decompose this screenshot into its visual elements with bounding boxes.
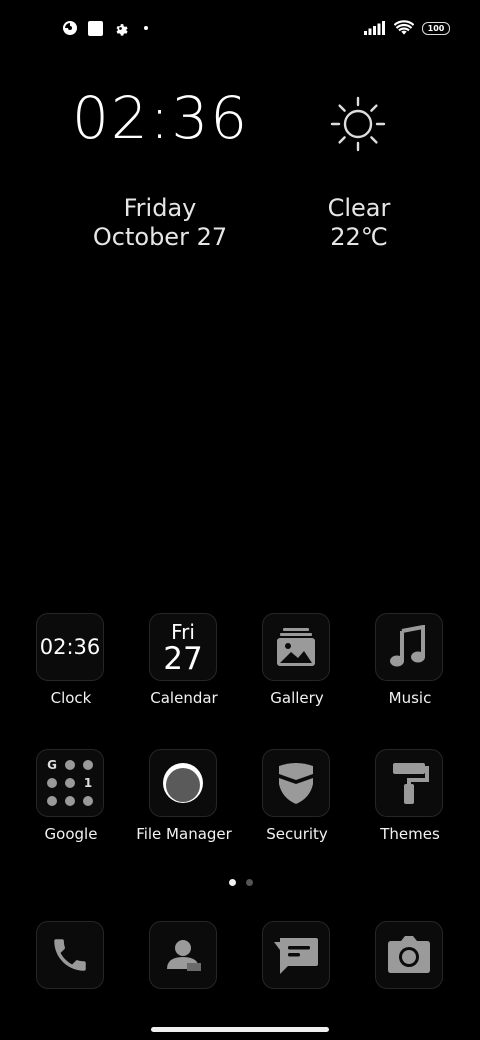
sun-icon[interactable] (330, 96, 386, 152)
app-label-file-manager: File Manager (136, 825, 232, 843)
camera-icon (388, 936, 430, 973)
app-music[interactable] (375, 613, 443, 681)
messages-icon (274, 938, 318, 974)
app-security[interactable] (262, 749, 330, 817)
app-label-music: Music (388, 689, 432, 707)
page-dot[interactable] (246, 879, 253, 886)
status-right-icons: 100 (364, 18, 450, 38)
app-label-gallery: Gallery (270, 689, 324, 707)
contacts-icon (167, 940, 201, 971)
maps-icon (83, 760, 93, 770)
more-notifications-dot (144, 26, 148, 30)
drive-icon (65, 778, 75, 788)
gmail-icon (65, 796, 75, 806)
dock-contacts[interactable] (149, 921, 217, 989)
signal-icon (364, 21, 385, 35)
battery-icon: 100 (422, 21, 450, 35)
app-label-google: Google (44, 825, 98, 843)
wifi-icon (394, 20, 414, 35)
home-gesture-bar[interactable] (151, 1027, 329, 1032)
phone-icon (54, 939, 86, 971)
google-one-icon: 1 (83, 776, 93, 790)
chrome-icon (65, 760, 75, 770)
app-file-manager[interactable] (149, 749, 217, 817)
status-left-icons (62, 18, 148, 38)
app-label-themes: Themes (380, 825, 440, 843)
app-label-clock: Clock (50, 689, 92, 707)
gallery-icon (277, 628, 315, 666)
assistant-icon (47, 778, 57, 788)
app-gallery[interactable] (262, 613, 330, 681)
page-indicator (229, 879, 253, 886)
calendar-icon: Fri 27 (150, 614, 216, 680)
music-icon (390, 625, 425, 667)
file-manager-icon (163, 763, 203, 803)
page-dot-active[interactable] (229, 879, 236, 886)
app-label-security: Security (266, 825, 328, 843)
google-folder-icon: G 1 (45, 758, 95, 808)
app-google-folder[interactable]: G 1 (36, 749, 104, 817)
security-icon (279, 763, 313, 804)
app-clock[interactable]: 02:36 (36, 613, 104, 681)
app-calendar[interactable]: Fri 27 (149, 613, 217, 681)
dock-messages[interactable] (262, 921, 330, 989)
square-notification-icon (88, 20, 103, 36)
widget-time[interactable]: 02:36 (72, 84, 249, 152)
widget-day: Friday (123, 194, 197, 222)
dock-phone[interactable] (36, 921, 104, 989)
clock-icon: 02:36 (39, 635, 101, 659)
app-notification-icon (63, 21, 77, 35)
themes-icon (393, 763, 429, 804)
widget-full-date: October 27 (92, 223, 228, 251)
settings-gear-icon (116, 23, 128, 36)
app-label-calendar: Calendar (150, 689, 218, 707)
app-themes[interactable] (375, 749, 443, 817)
widget-weather[interactable]: Clear 22℃ (300, 194, 418, 252)
widget-date[interactable]: Friday October 27 (60, 194, 260, 252)
photos-icon (83, 796, 93, 806)
google-g-icon: G (47, 758, 57, 772)
dock-camera[interactable] (375, 921, 443, 989)
weather-condition: Clear (327, 194, 391, 222)
weather-temp: 22℃ (330, 223, 388, 251)
calendar-date: 27 (163, 641, 203, 677)
youtube-icon (47, 796, 57, 806)
